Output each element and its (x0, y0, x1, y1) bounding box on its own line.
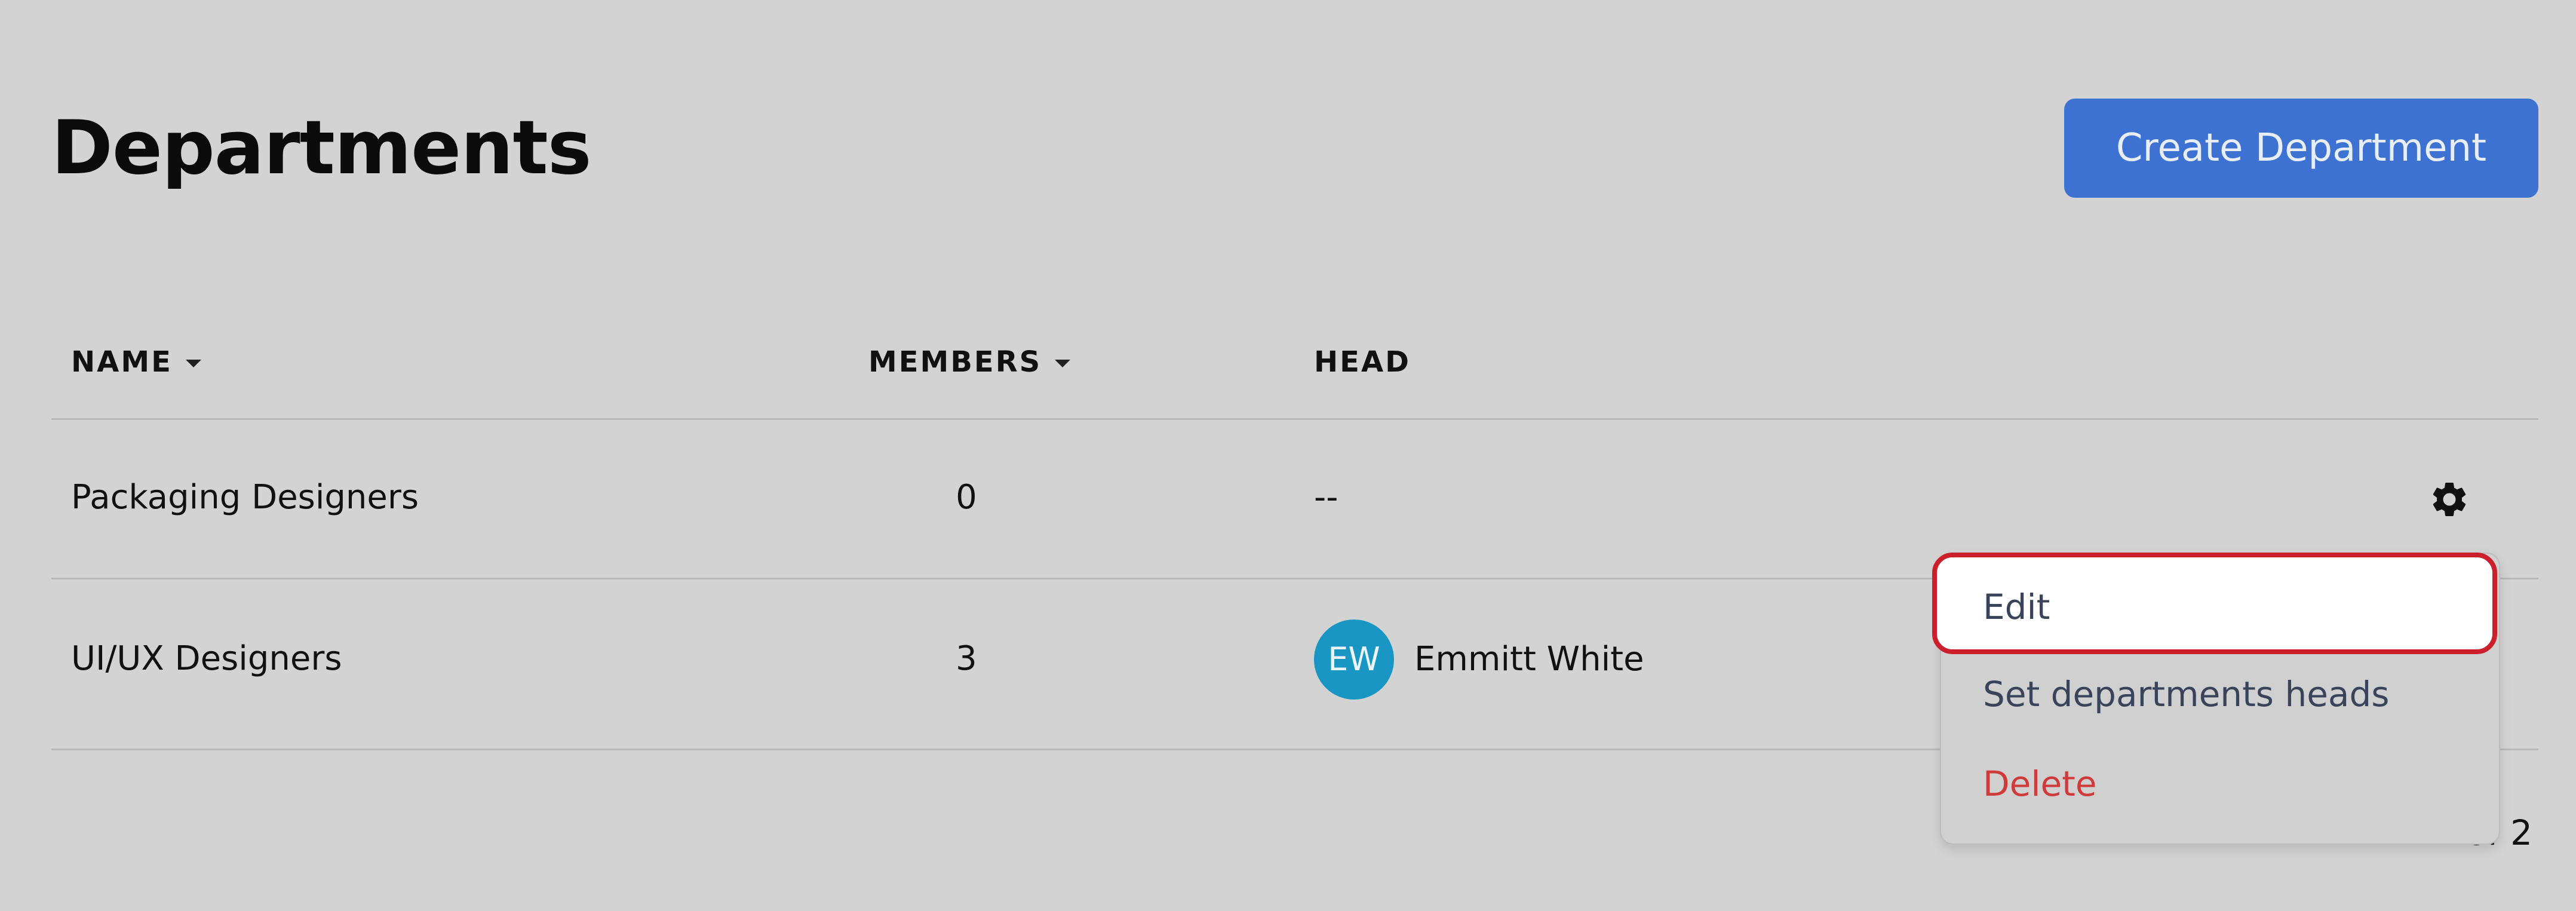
column-label: HEAD (1314, 345, 1411, 379)
column-label: NAME (71, 345, 173, 379)
head-name: -- (1314, 478, 1338, 517)
menu-item-edit[interactable]: Edit (1932, 553, 2497, 654)
table-header: NAME MEMBERS HEAD (51, 311, 2538, 420)
sort-caret-icon (1055, 359, 1071, 367)
members-count: 0 (956, 478, 977, 517)
menu-item-set-heads[interactable]: Set departments heads (1983, 673, 2389, 715)
row-actions-menu: Edit Set departments heads Delete (1932, 553, 2500, 845)
menu-item-delete[interactable]: Delete (1983, 763, 2097, 805)
sort-caret-icon (185, 359, 201, 367)
gear-icon[interactable] (2428, 478, 2470, 520)
column-header-head: HEAD (1314, 345, 1411, 379)
department-head: -- (1314, 477, 1338, 519)
column-header-name[interactable]: NAME (71, 345, 201, 379)
department-name: Packaging Designers (71, 478, 419, 517)
create-department-button[interactable]: Create Department (2064, 99, 2538, 198)
head-name: Emmitt White (1414, 640, 1644, 679)
department-name: UI/UX Designers (71, 639, 342, 678)
page-title: Departments (51, 105, 592, 191)
department-head: EW Emmitt White (1314, 619, 1644, 700)
avatar: EW (1314, 619, 1394, 700)
column-header-members[interactable]: MEMBERS (868, 345, 1071, 379)
members-count: 3 (956, 639, 977, 678)
menu-item-label: Edit (1983, 587, 2050, 627)
column-label: MEMBERS (868, 345, 1042, 379)
